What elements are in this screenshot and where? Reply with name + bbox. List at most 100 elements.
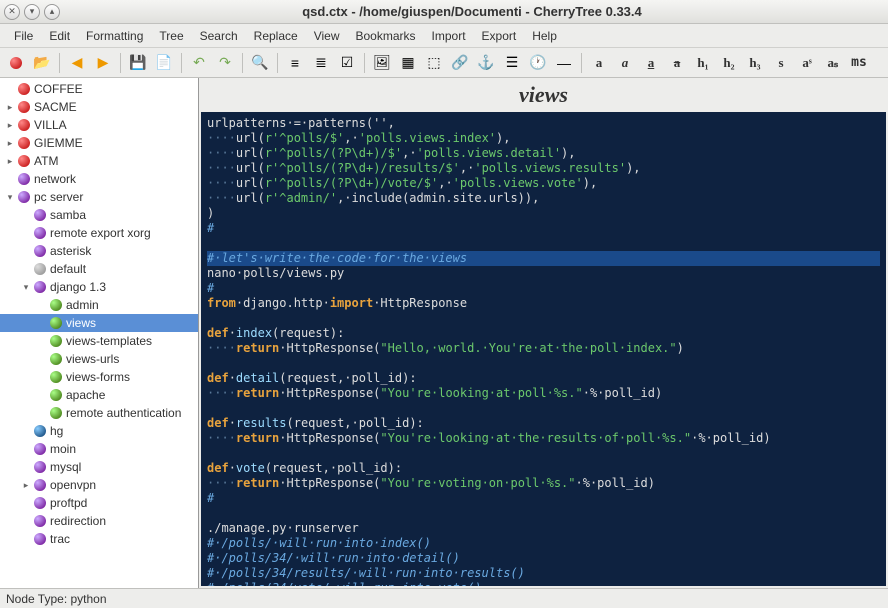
menu-import[interactable]: Import xyxy=(424,26,474,46)
tree-node-moin[interactable]: moin xyxy=(0,440,198,458)
tree-expand-arrow[interactable]: ▸ xyxy=(4,138,16,149)
back-icon[interactable]: ◀ xyxy=(65,51,89,75)
tree-node-label: remote authentication xyxy=(66,406,181,420)
cherry-icon xyxy=(16,81,32,97)
toc-icon[interactable]: ☰ xyxy=(500,51,524,75)
forward-icon[interactable]: ▶ xyxy=(91,51,115,75)
codebox-icon[interactable]: ⬚ xyxy=(422,51,446,75)
cherry-icon xyxy=(16,99,32,115)
close-window-btn[interactable]: ✕ xyxy=(4,4,20,20)
tree-node-mysql[interactable]: mysql xyxy=(0,458,198,476)
tree-node-network[interactable]: network xyxy=(0,170,198,188)
format-italic-icon[interactable]: a xyxy=(613,51,637,75)
menu-bookmarks[interactable]: Bookmarks xyxy=(347,26,423,46)
tree-expand-arrow[interactable]: ▸ xyxy=(4,102,16,113)
redo-icon[interactable]: ↷ xyxy=(213,51,237,75)
tree-expand-arrow[interactable]: ▸ xyxy=(20,480,32,491)
tree-node-giemme[interactable]: ▸GIEMME xyxy=(0,134,198,152)
tree-node-label: mysql xyxy=(50,460,81,474)
format-sup-icon[interactable]: aˢ xyxy=(795,51,819,75)
menu-export[interactable]: Export xyxy=(474,26,525,46)
format-h2-icon[interactable]: h₂ xyxy=(717,51,741,75)
table-icon[interactable]: ▦ xyxy=(396,51,420,75)
cherry-icon xyxy=(32,495,48,511)
tree-node-label: django 1.3 xyxy=(50,280,106,294)
tree-node-proftpd[interactable]: proftpd xyxy=(0,494,198,512)
cherry-icon xyxy=(16,117,32,133)
format-h1-icon[interactable]: h₁ xyxy=(691,51,715,75)
tree-node-views-templates[interactable]: views-templates xyxy=(0,332,198,350)
menu-help[interactable]: Help xyxy=(524,26,565,46)
tree-node-views-forms[interactable]: views-forms xyxy=(0,368,198,386)
open-file-icon[interactable]: 📂 xyxy=(30,51,54,75)
cherry-icon xyxy=(16,189,32,205)
tree-expand-arrow[interactable]: ▾ xyxy=(20,282,32,293)
tree-node-remote-authentication[interactable]: remote authentication xyxy=(0,404,198,422)
tree-expand-arrow[interactable]: ▾ xyxy=(4,192,16,203)
undo-icon[interactable]: ↶ xyxy=(187,51,211,75)
format-mono-icon[interactable]: ms xyxy=(847,51,871,75)
tree-node-openvpn[interactable]: ▸openvpn xyxy=(0,476,198,494)
titlebar: ✕ ▾ ▴ qsd.ctx - /home/giuspen/Documenti … xyxy=(0,0,888,24)
tree-node-views[interactable]: views xyxy=(0,314,198,332)
anchor-icon[interactable]: ⚓ xyxy=(474,51,498,75)
tree-node-remote-export-xorg[interactable]: remote export xorg xyxy=(0,224,198,242)
tree-node-atm[interactable]: ▸ ATM xyxy=(0,152,198,170)
cherry-icon xyxy=(32,261,48,277)
format-sub-icon[interactable]: aₛ xyxy=(821,51,845,75)
tree-node-trac[interactable]: trac xyxy=(0,530,198,548)
format-bold-icon[interactable]: a xyxy=(587,51,611,75)
cherry-icon xyxy=(32,459,48,475)
menu-view[interactable]: View xyxy=(306,26,348,46)
cherry-icon xyxy=(16,135,32,151)
tree-expand-arrow[interactable]: ▸ xyxy=(4,120,16,131)
menu-search[interactable]: Search xyxy=(192,26,246,46)
timestamp-icon[interactable]: 🕐 xyxy=(526,51,550,75)
search-icon[interactable]: 🔍 xyxy=(248,51,272,75)
tree-node-coffee[interactable]: COFFEE xyxy=(0,80,198,98)
tree-node-sacme[interactable]: ▸ SACME xyxy=(0,98,198,116)
format-small-icon[interactable]: s xyxy=(769,51,793,75)
tree-node-views-urls[interactable]: views-urls xyxy=(0,350,198,368)
tree-node-admin[interactable]: admin xyxy=(0,296,198,314)
node-title: views xyxy=(201,80,886,112)
format-underline-icon[interactable]: a xyxy=(639,51,663,75)
tree-node-pc-server[interactable]: ▾ pc server xyxy=(0,188,198,206)
tree-node-label: admin xyxy=(66,298,99,312)
format-h3-icon[interactable]: h₃ xyxy=(743,51,767,75)
list-number-icon[interactable]: ≣ xyxy=(309,51,333,75)
menu-edit[interactable]: Edit xyxy=(41,26,78,46)
tree-panel[interactable]: COFFEE▸SACME▸VILLA▸GIEMME▸ATMnetwork▾pc … xyxy=(0,78,199,588)
tree-node-asterisk[interactable]: asterisk xyxy=(0,242,198,260)
menu-tree[interactable]: Tree xyxy=(151,26,191,46)
save-icon[interactable]: 💾 xyxy=(126,51,150,75)
tree-node-django-1-3[interactable]: ▾ django 1.3 xyxy=(0,278,198,296)
image-icon[interactable]: 🖼 xyxy=(370,51,394,75)
export-pdf-icon[interactable]: 📄 xyxy=(152,51,176,75)
tree-node-label: SACME xyxy=(34,100,77,114)
link-icon[interactable]: 🔗 xyxy=(448,51,472,75)
new-node-icon[interactable] xyxy=(4,51,28,75)
tree-node-label: views xyxy=(66,316,96,330)
tree-node-default[interactable]: default xyxy=(0,260,198,278)
tree-node-label: pc server xyxy=(34,190,83,204)
tree-expand-arrow[interactable]: ▸ xyxy=(4,156,16,167)
tree-node-label: ATM xyxy=(34,154,58,168)
tree-node-label: remote export xorg xyxy=(50,226,151,240)
tree-node-hg[interactable]: hg xyxy=(0,422,198,440)
tree-node-redirection[interactable]: redirection xyxy=(0,512,198,530)
menu-file[interactable]: File xyxy=(6,26,41,46)
maximize-window-btn[interactable]: ▴ xyxy=(44,4,60,20)
tree-node-label: network xyxy=(34,172,76,186)
menu-formatting[interactable]: Formatting xyxy=(78,26,151,46)
format-strike-icon[interactable]: a xyxy=(665,51,689,75)
tree-node-apache[interactable]: apache xyxy=(0,386,198,404)
tree-node-samba[interactable]: samba xyxy=(0,206,198,224)
minimize-window-btn[interactable]: ▾ xyxy=(24,4,40,20)
code-editor[interactable]: urlpatterns·=·patterns('', ····url(r'^po… xyxy=(201,112,886,586)
list-todo-icon[interactable]: ☑ xyxy=(335,51,359,75)
tree-node-villa[interactable]: ▸VILLA xyxy=(0,116,198,134)
menu-replace[interactable]: Replace xyxy=(246,26,306,46)
hr-icon[interactable]: ― xyxy=(552,51,576,75)
list-bullet-icon[interactable]: ≡ xyxy=(283,51,307,75)
